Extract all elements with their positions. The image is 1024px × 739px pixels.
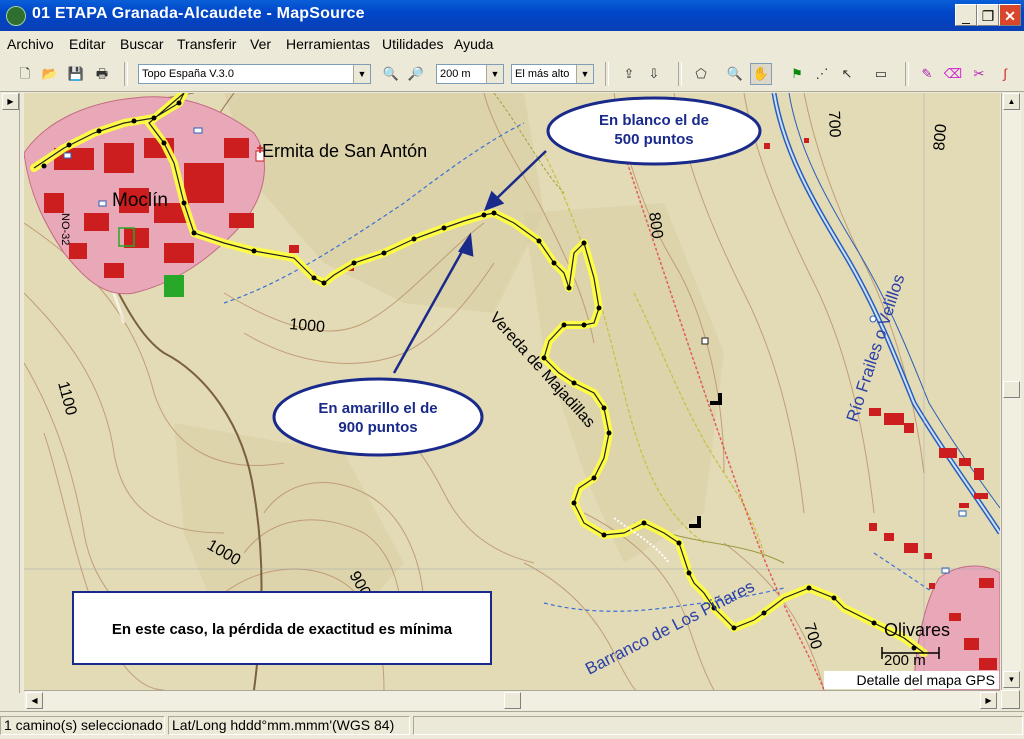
menu-ayuda[interactable]: Ayuda [454,36,493,52]
town-label-moclin: Moclín [112,190,168,211]
zoom-out-icon[interactable]: 🔎 [405,63,427,85]
chevron-down-icon[interactable]: ▼ [353,65,370,83]
title-bar: 01 ETAPA Granada-Alcaudete - MapSource _… [0,0,1024,31]
selection-tool-icon[interactable]: ⬠ [690,63,712,85]
map-detail-caption: Detalle del mapa GPS [824,671,999,689]
callout-white-line1: En blanco el de [599,112,709,129]
chevron-down-icon[interactable]: ▼ [486,65,503,83]
menu-utilidades[interactable]: Utilidades [382,36,443,52]
hand-tool-icon[interactable]: ✋ [750,63,772,85]
town-label-olivares: Olivares [884,620,950,640]
callout-white-line2: 500 puntos [614,131,693,148]
menu-transferir[interactable]: Transferir [177,36,236,52]
scroll-thumb-horizontal[interactable] [504,692,521,709]
zoom-tool-icon[interactable]: 🔍 [724,63,746,85]
contour-label: 1000 [289,316,326,336]
restore-button[interactable]: ❐ [977,4,999,26]
expand-pane-icon[interactable]: ▶ [2,93,19,110]
chapel-label: Ermita de San Antón [262,141,427,161]
toolbar: 🗋 📂 💾 🖶 Topo España V.3.0 ▼ 🔍 🔎 200 m ▼ … [0,57,1024,92]
print-icon[interactable]: 🖶 [91,63,113,85]
map-product-select[interactable]: Topo España V.3.0 ▼ [138,64,371,84]
zoom-in-icon[interactable]: 🔍 [380,63,402,85]
join-tracks-icon[interactable]: ∫ [994,63,1016,85]
zoom-scale-select[interactable]: 200 m ▼ [436,64,504,84]
detail-level-value: El más alto [515,68,570,80]
pointer-tool-icon[interactable]: ↖ [836,63,858,85]
road-label: NO-32 [59,213,71,245]
scroll-down-icon[interactable]: ▼ [1003,671,1020,688]
callout-yellow-track: En amarillo el de 900 puntos [272,377,484,457]
scroll-left-icon[interactable]: ◀ [26,692,43,709]
open-folder-icon[interactable]: 📂 [39,63,61,85]
menu-editar[interactable]: Editar [69,36,106,52]
toolbar-separator [605,62,609,86]
new-file-icon[interactable]: 🗋 [14,63,36,85]
scroll-thumb-vertical[interactable] [1003,381,1020,398]
chevron-down-icon[interactable]: ▼ [576,65,593,83]
eraser-icon[interactable]: ⌫ [942,63,964,85]
menu-ver[interactable]: Ver [250,36,271,52]
map-product-value: Topo España V.3.0 [142,68,234,80]
divide-track-icon[interactable]: ✂ [968,63,990,85]
waypoint-flag-icon[interactable]: ⚑ [786,63,808,85]
scroll-up-icon[interactable]: ▲ [1003,93,1020,110]
toolbar-separator [124,62,128,86]
scroll-right-icon[interactable]: ▶ [980,692,997,709]
note-box: En este caso, la pérdida de exactitud es… [72,591,492,665]
menu-archivo[interactable]: Archivo [7,36,54,52]
toolbar-separator [678,62,682,86]
scale-label: 200 m [884,652,926,669]
callout-white-track: En blanco el de 500 puntos [546,96,762,166]
window-title: 01 ETAPA Granada-Alcaudete - MapSource [32,5,365,22]
geodesic-marker-icon [701,337,709,345]
vertical-scrollbar[interactable]: ▲ ▼ [1001,93,1021,690]
route-tool-icon[interactable]: ⋰ [811,63,833,85]
horizontal-scrollbar[interactable]: ◀ ▶ [24,690,1000,710]
menu-buscar[interactable]: Buscar [120,36,164,52]
contour-label: 700 [825,111,843,138]
status-bar: 1 camino(s) seleccionado Lat/Long hddd°m… [0,711,1024,739]
callout-yellow-line2: 900 puntos [338,419,417,436]
coordinate-format-status: Lat/Long hddd°mm.mmm'(WGS 84) [168,716,410,735]
menu-bar: Archivo Editar Buscar Transferir Ver Her… [0,31,1024,58]
save-icon[interactable]: 💾 [65,63,87,85]
app-globe-icon[interactable] [6,6,26,26]
menu-herramientas[interactable]: Herramientas [286,36,370,52]
zoom-scale-value: 200 m [440,68,471,80]
selection-status: 1 camino(s) seleccionado [0,716,165,735]
draw-pencil-icon[interactable]: ✎ [916,63,938,85]
minimize-button[interactable]: _ [955,4,977,26]
distance-ruler-icon[interactable]: ▭ [870,63,892,85]
receive-from-device-icon[interactable]: ⇩ [643,63,665,85]
send-to-device-icon[interactable]: ⇪ [618,63,640,85]
callout-yellow-line1: En amarillo el de [318,400,437,417]
map-view[interactable]: Moclín Ermita de San Antón Olivares Vere… [24,93,1000,690]
detail-level-select[interactable]: El más alto ▼ [511,64,594,84]
scroll-corner [1001,690,1020,709]
left-pane-collapsed: ▶ [2,93,20,693]
toolbar-separator [905,62,909,86]
contour-label: 800 [931,123,950,151]
status-empty-cell [413,716,1023,735]
close-button[interactable]: ✕ [999,4,1021,26]
